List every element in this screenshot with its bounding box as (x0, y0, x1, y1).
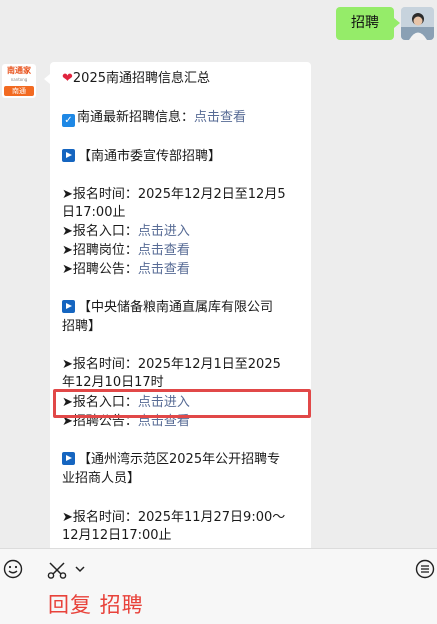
user-avatar-photo (401, 7, 434, 40)
section-1-notice-link[interactable]: 点击查看 (138, 262, 190, 277)
message-title: 2025南通招聘信息汇总 (72, 71, 210, 86)
heart-icon: ❤ (62, 71, 73, 86)
section-1-entry-label: ➤报名入口： (62, 224, 138, 239)
chat-area: 招聘 南通家 nantong 南通 ❤2025南通招聘信息汇总 ✓ 南通最新招聘信… (0, 0, 437, 548)
section-1-time-line1: ➤报名时间：2025年12月2日至12月5 (62, 187, 286, 202)
input-bar: 回复 招聘 (0, 548, 437, 624)
latest-info-label: 南通最新招聘信息： (77, 110, 195, 125)
message-title-line: ❤2025南通招聘信息汇总 (62, 70, 306, 87)
section-1-entry: ➤报名入口：点击进入 (62, 223, 306, 240)
section-3-time-line2: 12月12日17:00止 (62, 528, 172, 543)
menu-button[interactable] (415, 559, 435, 579)
scissors-button[interactable] (46, 561, 68, 579)
account-logo-subtext: nantong (10, 77, 28, 82)
section-2-time-line1: ➤报名时间：2025年12月1日至2025 (62, 357, 281, 372)
highlight-box (53, 389, 311, 418)
account-logo-city: 南通 (4, 86, 34, 96)
play-icon (62, 149, 75, 162)
play-icon (62, 452, 75, 465)
play-icon (62, 300, 75, 313)
emoji-icon (3, 559, 23, 579)
section-1-title: 【南通市委宣传部招聘】 (78, 149, 222, 164)
chevron-down-button[interactable] (74, 561, 86, 577)
menu-icon (415, 559, 435, 579)
section-2-title-line2: 招聘】 (62, 319, 102, 334)
section-1-heading: 【南通市委宣传部招聘】 (62, 148, 306, 165)
section-3-title-line2: 业招商人员】 (62, 471, 141, 486)
section-1-notice: ➤招聘公告：点击查看 (62, 261, 306, 278)
official-account-avatar[interactable]: 南通家 nantong 南通 (2, 64, 36, 98)
account-logo-text: 南通家 (7, 66, 31, 75)
section-3-time-line1: ➤报名时间：2025年11月27日9:00～ (62, 510, 286, 525)
reply-hint: 回复 招聘 (48, 593, 144, 617)
user-message-text: 招聘 (351, 15, 379, 31)
section-2-heading: 【中央储备粮南通直属库有限公司 (62, 299, 306, 316)
section-1-position-label: ➤招聘岗位： (62, 243, 138, 258)
latest-info-link[interactable]: 点击查看 (194, 110, 246, 125)
section-3-heading: 【通州湾示范区2025年公开招聘专 (62, 451, 306, 468)
section-1-notice-label: ➤招聘公告： (62, 262, 138, 277)
section-2-title-line1: 【中央储备粮南通直属库有限公司 (78, 300, 274, 315)
section-1-entry-link[interactable]: 点击进入 (138, 224, 190, 239)
section-3-title-line1: 【通州湾示范区2025年公开招聘专 (78, 452, 281, 467)
checkbox-icon: ✓ (62, 114, 75, 127)
section-1-time-line2: 日17:00止 (62, 205, 126, 220)
chevron-down-icon (75, 566, 85, 573)
user-avatar[interactable] (401, 7, 434, 40)
section-1-position: ➤招聘岗位：点击查看 (62, 242, 306, 259)
scissors-icon (47, 562, 67, 579)
section-1-position-link[interactable]: 点击查看 (138, 243, 190, 258)
incoming-message-bubble: ❤2025南通招聘信息汇总 ✓ 南通最新招聘信息：点击查看 【南通市委宣传部招聘】… (44, 62, 311, 548)
user-message-bubble[interactable]: 招聘 (336, 7, 400, 40)
latest-info-line: ✓ 南通最新招聘信息：点击查看 (62, 109, 306, 127)
emoji-button[interactable] (3, 559, 23, 579)
